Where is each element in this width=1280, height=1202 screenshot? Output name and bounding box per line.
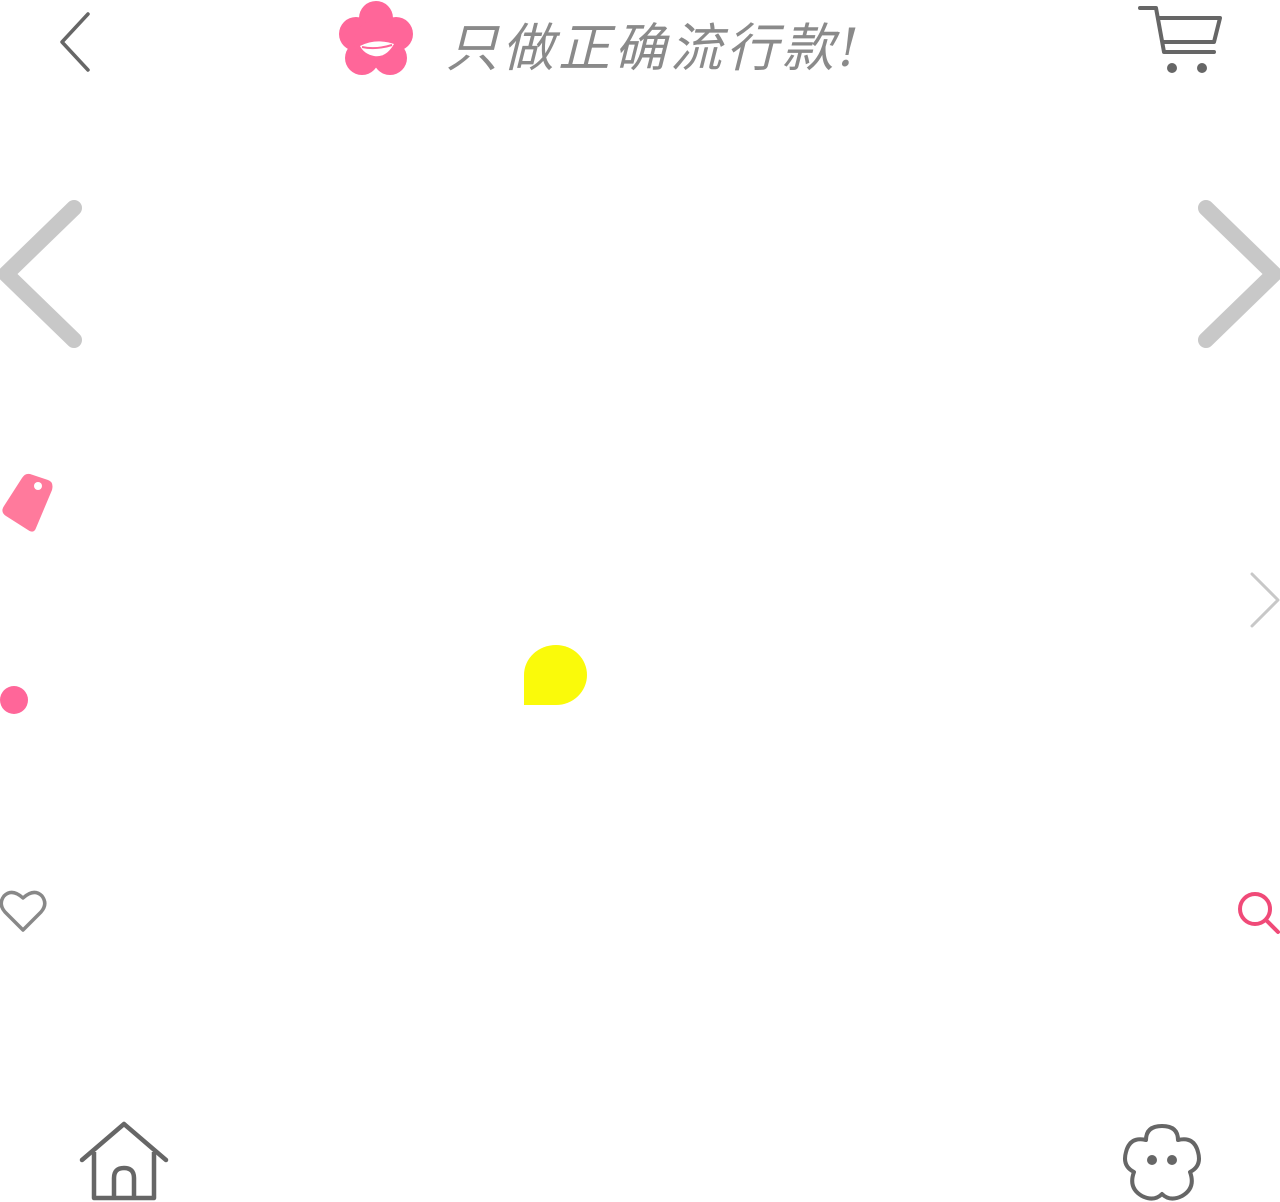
chevron-right-icon: [1250, 572, 1280, 628]
heart-icon: [0, 890, 47, 932]
favorite-button[interactable]: [0, 888, 48, 934]
flower-lips-logo: [339, 1, 413, 75]
price-tag-button[interactable]: [0, 470, 56, 536]
chevron-left-icon: [0, 200, 82, 348]
chat-bubble-button[interactable]: [524, 645, 588, 707]
shopping-cart-icon: [1138, 6, 1222, 73]
chevron-right-icon: [1198, 200, 1280, 348]
home-icon: [79, 1121, 169, 1201]
small-next-button[interactable]: [1246, 570, 1280, 630]
search-icon: [1238, 892, 1280, 934]
search-button[interactable]: [1236, 890, 1280, 934]
nav-profile-button[interactable]: [1122, 1122, 1202, 1202]
carousel-prev-button[interactable]: [0, 200, 86, 350]
pink-dot-icon: [0, 686, 28, 714]
indicator-dot: [0, 686, 28, 714]
slogan-text: 只做正确流行款!: [446, 18, 863, 79]
cart-button[interactable]: [1138, 2, 1224, 78]
brand-logo[interactable]: [334, 0, 418, 82]
flower-face-icon: [1123, 1124, 1201, 1201]
back-button[interactable]: [58, 10, 92, 74]
chevron-left-icon: [60, 12, 90, 72]
chat-bubble-icon: [524, 645, 587, 705]
nav-home-button[interactable]: [78, 1121, 170, 1202]
price-tag-icon: [2, 473, 53, 532]
carousel-next-button[interactable]: [1194, 200, 1280, 350]
